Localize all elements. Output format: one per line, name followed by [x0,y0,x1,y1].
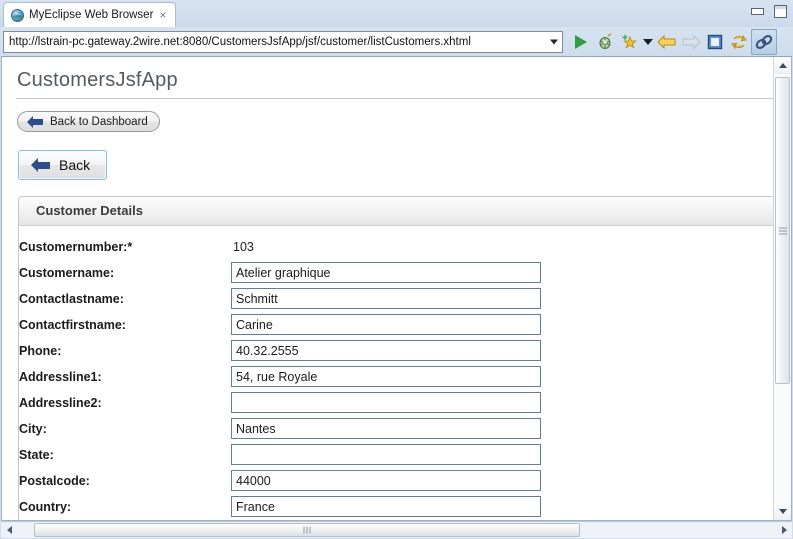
text-input[interactable] [231,418,541,439]
field-label: State: [19,447,54,462]
browser-toolbar [0,27,793,56]
field-value-cell [231,468,541,494]
toolbar-icons [569,28,777,55]
field-label: Contactfirstname: [19,317,126,332]
minimize-button[interactable] [750,4,764,17]
title-divider [16,98,773,99]
field-value-cell [231,312,541,338]
field-label [19,520,231,521]
url-bar[interactable] [3,30,563,53]
globe-icon [11,8,24,22]
vertical-scroll-thumb[interactable] [775,77,790,384]
field-label: Phone: [19,343,62,358]
back-to-dashboard-label: Back to Dashboard [50,115,148,128]
field-value-cell [231,286,541,312]
dashboard-link-row: Back to Dashboard [14,111,773,133]
readonly-value: 103 [233,239,254,254]
field-value-cell [231,494,541,520]
vertical-scroll-track[interactable] [774,74,791,503]
tab-myeclipse-web-browser[interactable]: MyEclipse Web Browser × [3,2,177,27]
browser-window: MyEclipse Web Browser × http://lstrain-p… [0,0,793,539]
field-label: Contactlastname: [19,291,124,306]
field-value-cell [231,260,541,286]
text-input[interactable] [231,496,541,517]
form-row: City: [19,416,541,442]
back-button[interactable]: Back [18,149,108,180]
scroll-right-button[interactable] [776,522,792,538]
form-row: Phone: [19,338,541,364]
form-row: State: [19,442,541,468]
form-row: Addressline2: [19,390,541,416]
run-icon[interactable] [569,30,593,54]
debug-icon[interactable] [593,30,617,54]
text-input[interactable] [231,340,541,361]
back-icon[interactable] [655,30,679,54]
form-row: Customernumber:* 103 [19,234,541,260]
window-controls [750,4,787,18]
scroll-up-button[interactable] [774,57,791,74]
form-row: Contactfirstname: [19,312,541,338]
field-label: Addressline1: [19,369,102,384]
chevron-down-icon[interactable] [550,39,558,44]
refresh-icon[interactable] [727,30,751,54]
form-rows: Customernumber:* 103 Customername: Contactl… [19,234,541,521]
field-value-cell: 103 [231,234,541,260]
bookmark-dropdown-icon[interactable] [641,30,655,54]
close-icon[interactable]: × [158,9,167,21]
page-content: CustomersJsfApp Back to Dashboard Back C… [2,57,773,520]
text-input[interactable] [231,444,541,465]
customer-details-panel: Customer Details Customernumber:* 103 Cust… [18,195,773,521]
field-value-cell [231,442,541,468]
back-button-row: Back [14,149,773,180]
arrow-left-icon [27,115,43,128]
tab-strip: MyEclipse Web Browser × [0,0,793,27]
text-input[interactable] [231,470,541,491]
panel-title: Customer Details [19,196,773,226]
text-input[interactable] [231,262,541,283]
browser-viewport: CustomersJsfApp Back to Dashboard Back C… [1,56,792,521]
page-title: CustomersJsfApp [17,69,178,91]
form-row: Country: [19,494,541,520]
form-row: Contactlastname: [19,286,541,312]
field-label: Postalcode: [19,473,90,488]
horizontal-scroll-track[interactable] [17,522,776,538]
tab-title: MyEclipse Web Browser [29,9,154,21]
text-input[interactable] [231,366,541,387]
field-value-cell [231,364,541,390]
field-value-cell [231,390,541,416]
field-label: Customername: [19,265,115,280]
link-icon[interactable] [751,28,777,55]
maximize-button[interactable] [773,4,787,18]
horizontal-scroll-thumb[interactable] [34,523,580,537]
scroll-down-button[interactable] [774,503,791,520]
field-value-cell [231,520,541,521]
text-input[interactable] [231,392,541,413]
field-value-cell [231,338,541,364]
field-label: Customernumber:* [19,239,133,254]
scroll-left-button[interactable] [1,522,17,538]
stop-icon[interactable] [703,30,727,54]
text-input[interactable] [231,288,541,309]
panel-body: Customernumber:* 103 Customername: Contactl… [19,226,773,521]
form-row: Postalcode: [19,468,541,494]
form-row: Customername: [19,260,541,286]
form-row [19,520,541,521]
field-value-cell [231,416,541,442]
field-label: Country: [19,499,72,514]
back-to-dashboard-button[interactable]: Back to Dashboard [17,111,160,132]
customer-form: Customernumber:* 103 Customername: Contactl… [19,234,541,521]
text-input[interactable] [231,314,541,335]
forward-icon[interactable] [679,30,703,54]
back-button-label: Back [59,156,91,173]
field-label: Addressline2: [19,395,102,410]
form-row: Addressline1: [19,364,541,390]
url-input[interactable] [4,31,562,52]
horizontal-scrollbar[interactable] [1,521,792,538]
vertical-scrollbar[interactable] [773,57,791,520]
add-bookmark-icon[interactable] [617,30,641,54]
web-page: CustomersJsfApp Back to Dashboard Back C… [2,57,773,520]
field-label: City: [19,421,47,436]
arrow-left-icon [31,157,50,172]
